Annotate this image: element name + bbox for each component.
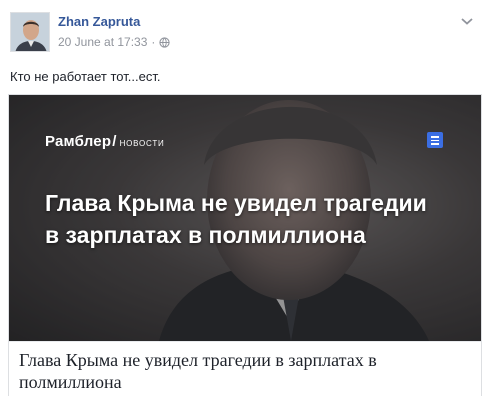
brand-logo: Рамблер / НОВОСТИ — [45, 133, 165, 150]
meta-separator: · — [151, 35, 156, 49]
globe-icon[interactable] — [159, 36, 171, 48]
chevron-down-icon[interactable] — [460, 16, 474, 26]
post-text: Кто не работает тот...ест. — [10, 69, 161, 84]
image-headline: Глава Крыма не увидел трагедии в зарплат… — [45, 190, 427, 248]
link-preview-card[interactable]: Рамблер / НОВОСТИ Глава Крыма не увидел тр… — [8, 94, 482, 396]
brand-slash: / — [112, 133, 117, 150]
menu-icon — [427, 132, 443, 148]
link-preview-image[interactable]: Рамблер / НОВОСТИ Глава Крыма не увидел тр… — [9, 95, 481, 341]
post-meta: 20 June at 17:33 · — [58, 35, 171, 49]
author-name[interactable]: Zhan Zapruta — [58, 14, 140, 29]
link-caption[interactable]: Глава Крыма не увидел трагедии в зарплат… — [9, 341, 481, 396]
brand-name: Рамблер — [45, 133, 112, 150]
feed-post: Zhan Zapruta 20 June at 17:33 · Кто не р… — [0, 0, 490, 396]
avatar[interactable] — [10, 12, 50, 52]
brand-section: НОВОСТИ — [119, 139, 165, 148]
avatar-photo — [11, 13, 49, 51]
post-timestamp[interactable]: 20 June at 17:33 — [58, 35, 147, 49]
link-title[interactable]: Глава Крыма не увидел трагедии в зарплат… — [19, 349, 459, 393]
